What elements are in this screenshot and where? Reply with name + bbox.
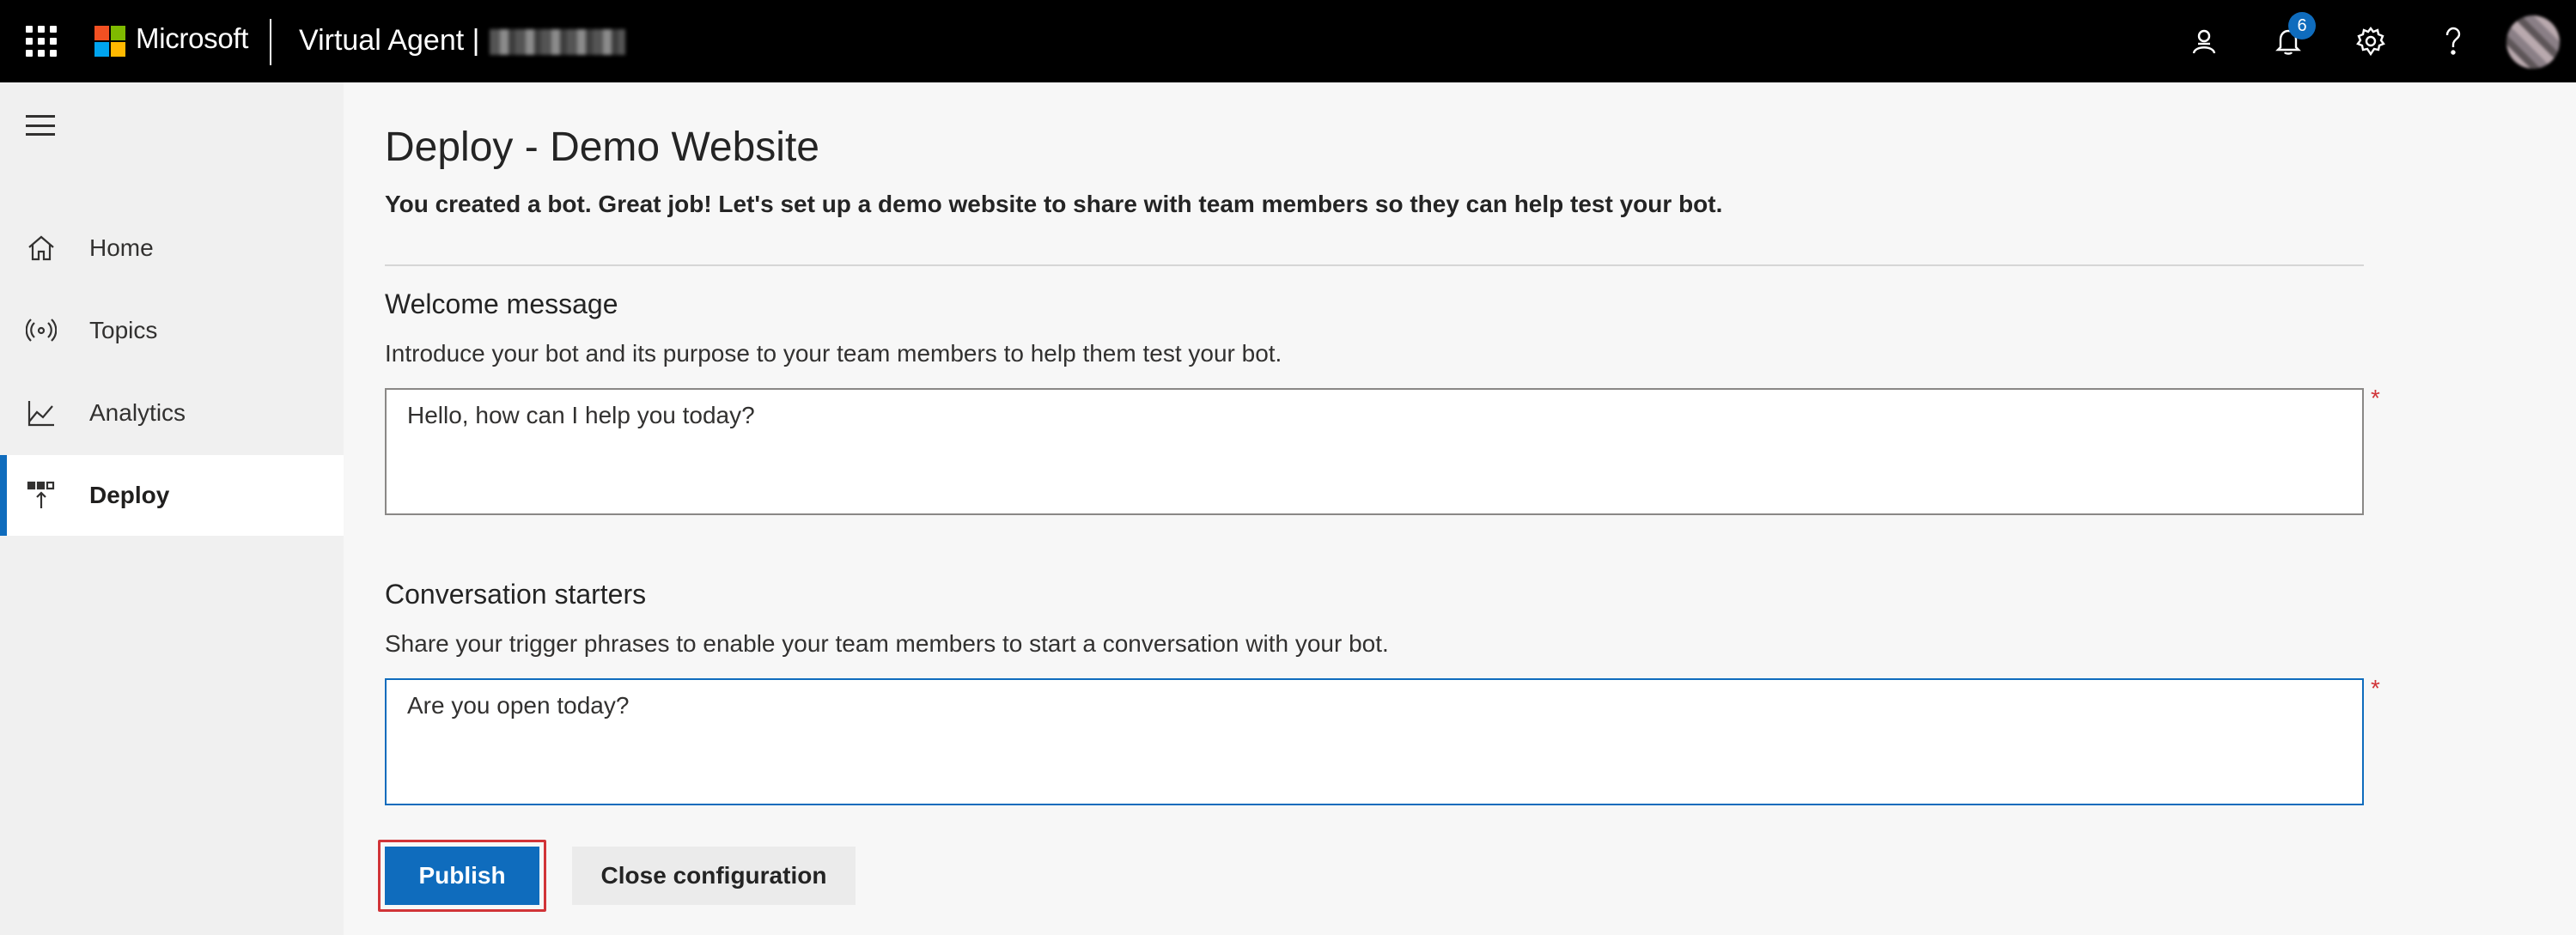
analytics-icon (27, 401, 54, 427)
hamburger-menu-icon[interactable] (26, 115, 55, 136)
intro-text: You created a bot. Great job! Let's set … (385, 191, 1723, 217)
home-icon (28, 235, 54, 261)
notification-count-badge: 6 (2288, 12, 2316, 39)
topics-icon (26, 319, 57, 342)
close-configuration-button[interactable]: Close configuration (572, 847, 856, 905)
sidebar-item-label: Deploy (89, 482, 170, 508)
deploy-icon (27, 481, 55, 508)
avatar[interactable] (2506, 15, 2560, 69)
conversation-starters-input[interactable]: Are you open today? (385, 678, 2364, 805)
app-title[interactable]: Virtual Agent | (299, 24, 479, 58)
sidebar-item-label: Home (89, 234, 154, 261)
gear-icon[interactable] (2350, 21, 2391, 62)
sidebar-item-analytics[interactable]: Analytics (0, 373, 344, 453)
main-content: Deploy - Demo Website You created a bot.… (344, 82, 2576, 935)
welcome-message-input[interactable]: Hello, how can I help you today? (385, 388, 2364, 515)
required-indicator: * (2371, 385, 2380, 411)
app-launcher-icon[interactable] (26, 26, 57, 57)
microsoft-logo (94, 26, 125, 57)
environment-name-obscured (490, 29, 625, 55)
top-bar: Microsoft Virtual Agent | 6 (0, 0, 2576, 82)
sidebar-item-topics[interactable]: Topics (0, 290, 344, 371)
publish-button[interactable]: Publish (385, 847, 539, 905)
brand-name: Microsoft (136, 22, 249, 54)
sidebar-item-label: Analytics (89, 399, 186, 426)
required-indicator: * (2371, 675, 2380, 701)
conversation-starters-description: Share your trigger phrases to enable you… (385, 630, 1389, 657)
sidebar: Home Topics Analytics Deploy (0, 82, 344, 935)
conversation-starters-title: Conversation starters (385, 579, 647, 610)
welcome-message-title: Welcome message (385, 288, 618, 319)
section-divider (385, 264, 2364, 266)
sidebar-item-home[interactable]: Home (0, 208, 344, 288)
person-icon[interactable] (2183, 21, 2225, 62)
header-divider (270, 19, 271, 65)
page-title: Deploy - Demo Website (385, 124, 819, 170)
sidebar-item-label: Topics (89, 317, 158, 343)
sidebar-item-deploy[interactable]: Deploy (0, 455, 344, 536)
welcome-message-description: Introduce your bot and its purpose to yo… (385, 340, 1282, 367)
help-icon[interactable] (2433, 21, 2474, 62)
